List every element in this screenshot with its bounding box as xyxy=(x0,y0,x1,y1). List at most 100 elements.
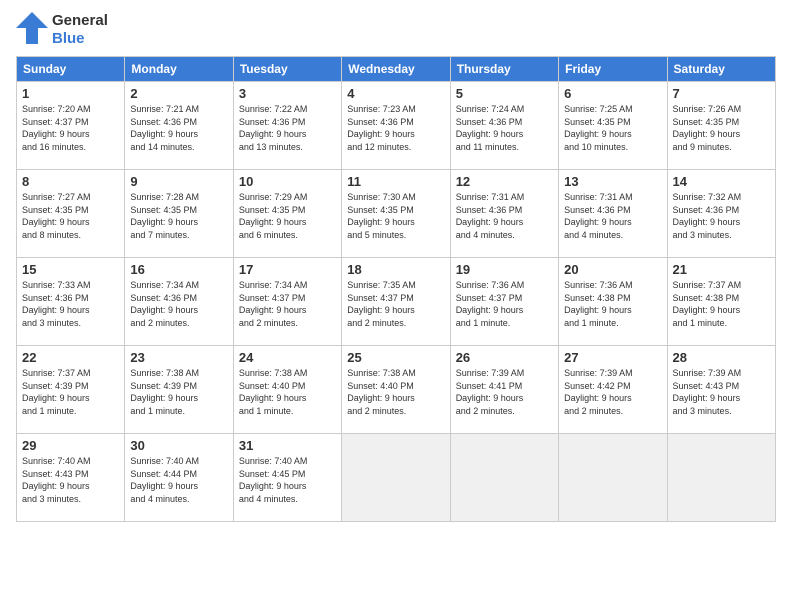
day-info: Sunrise: 7:22 AMSunset: 4:36 PMDaylight:… xyxy=(239,103,336,153)
calendar-cell: 29Sunrise: 7:40 AMSunset: 4:43 PMDayligh… xyxy=(17,434,125,522)
logo-general-line: General xyxy=(52,12,108,30)
calendar-cell: 2 Sunrise: 7:21 AMSunset: 4:36 PMDaylight… xyxy=(125,82,233,170)
calendar-cell: 9 Sunrise: 7:28 AMSunset: 4:35 PMDaylight… xyxy=(125,170,233,258)
day-info: Sunrise: 7:34 AMSunset: 4:36 PMDaylight:… xyxy=(130,279,227,329)
day-info: Sunrise: 7:29 AMSunset: 4:35 PMDaylight:… xyxy=(239,191,336,241)
calendar-week-5: 29Sunrise: 7:40 AMSunset: 4:43 PMDayligh… xyxy=(17,434,776,522)
calendar: Sunday Monday Tuesday Wednesday Thursday… xyxy=(16,56,776,522)
day-info: Sunrise: 7:34 AMSunset: 4:37 PMDaylight:… xyxy=(239,279,336,329)
day-number: 21 xyxy=(673,262,770,277)
day-number: 29 xyxy=(22,438,119,453)
day-number: 17 xyxy=(239,262,336,277)
col-wednesday: Wednesday xyxy=(342,57,450,82)
day-info: Sunrise: 7:38 AMSunset: 4:40 PMDaylight:… xyxy=(347,367,444,417)
day-info: Sunrise: 7:30 AMSunset: 4:35 PMDaylight:… xyxy=(347,191,444,241)
calendar-cell: 30 Sunrise: 7:40 AMSunset: 4:44 PMDayligh… xyxy=(125,434,233,522)
day-info: Sunrise: 7:40 AMSunset: 4:45 PMDaylight:… xyxy=(239,455,336,505)
header: General Blue xyxy=(16,12,776,48)
logo-text-block: General Blue xyxy=(52,12,108,48)
calendar-cell: 26 Sunrise: 7:39 AMSunset: 4:41 PMDayligh… xyxy=(450,346,558,434)
day-number: 16 xyxy=(130,262,227,277)
calendar-cell xyxy=(342,434,450,522)
calendar-cell: 27 Sunrise: 7:39 AMSunset: 4:42 PMDayligh… xyxy=(559,346,667,434)
day-number: 31 xyxy=(239,438,336,453)
day-info: Sunrise: 7:20 AMSunset: 4:37 PMDaylight:… xyxy=(22,103,119,153)
day-number: 14 xyxy=(673,174,770,189)
calendar-cell: 7Sunrise: 7:26 AMSunset: 4:35 PMDaylight… xyxy=(667,82,775,170)
logo: General Blue xyxy=(16,12,108,48)
calendar-cell xyxy=(450,434,558,522)
col-sunday: Sunday xyxy=(17,57,125,82)
calendar-cell: 18 Sunrise: 7:35 AMSunset: 4:37 PMDayligh… xyxy=(342,258,450,346)
calendar-cell xyxy=(559,434,667,522)
calendar-cell: 17 Sunrise: 7:34 AMSunset: 4:37 PMDayligh… xyxy=(233,258,341,346)
day-number: 22 xyxy=(22,350,119,365)
day-info: Sunrise: 7:39 AMSunset: 4:41 PMDaylight:… xyxy=(456,367,553,417)
calendar-cell: 24 Sunrise: 7:38 AMSunset: 4:40 PMDayligh… xyxy=(233,346,341,434)
day-number: 30 xyxy=(130,438,227,453)
calendar-cell: 21Sunrise: 7:37 AMSunset: 4:38 PMDayligh… xyxy=(667,258,775,346)
calendar-cell: 12Sunrise: 7:31 AMSunset: 4:36 PMDayligh… xyxy=(450,170,558,258)
day-info: Sunrise: 7:37 AMSunset: 4:39 PMDaylight:… xyxy=(22,367,119,417)
day-number: 24 xyxy=(239,350,336,365)
day-info: Sunrise: 7:35 AMSunset: 4:37 PMDaylight:… xyxy=(347,279,444,329)
day-number: 2 xyxy=(130,86,227,101)
day-number: 10 xyxy=(239,174,336,189)
col-saturday: Saturday xyxy=(667,57,775,82)
calendar-cell: 10 Sunrise: 7:29 AMSunset: 4:35 PMDayligh… xyxy=(233,170,341,258)
calendar-cell: 13Sunrise: 7:31 AMSunset: 4:36 PMDayligh… xyxy=(559,170,667,258)
logo-blue-line: Blue xyxy=(52,30,108,48)
day-number: 25 xyxy=(347,350,444,365)
day-number: 27 xyxy=(564,350,661,365)
day-info: Sunrise: 7:39 AMSunset: 4:42 PMDaylight:… xyxy=(564,367,661,417)
day-number: 1 xyxy=(22,86,119,101)
day-number: 5 xyxy=(456,86,553,101)
day-info: Sunrise: 7:40 AMSunset: 4:44 PMDaylight:… xyxy=(130,455,227,505)
day-info: Sunrise: 7:38 AMSunset: 4:40 PMDaylight:… xyxy=(239,367,336,417)
day-number: 18 xyxy=(347,262,444,277)
day-number: 28 xyxy=(673,350,770,365)
page: General Blue Sunday Monday Tuesday Wedne… xyxy=(0,0,792,612)
day-number: 4 xyxy=(347,86,444,101)
day-info: Sunrise: 7:28 AMSunset: 4:35 PMDaylight:… xyxy=(130,191,227,241)
calendar-week-4: 22 Sunrise: 7:37 AMSunset: 4:39 PMDayligh… xyxy=(17,346,776,434)
calendar-week-2: 8Sunrise: 7:27 AMSunset: 4:35 PMDaylight… xyxy=(17,170,776,258)
day-info: Sunrise: 7:36 AMSunset: 4:37 PMDaylight:… xyxy=(456,279,553,329)
day-info: Sunrise: 7:25 AMSunset: 4:35 PMDaylight:… xyxy=(564,103,661,153)
day-info: Sunrise: 7:38 AMSunset: 4:39 PMDaylight:… xyxy=(130,367,227,417)
calendar-cell: 22 Sunrise: 7:37 AMSunset: 4:39 PMDayligh… xyxy=(17,346,125,434)
day-number: 9 xyxy=(130,174,227,189)
day-info: Sunrise: 7:24 AMSunset: 4:36 PMDaylight:… xyxy=(456,103,553,153)
day-number: 15 xyxy=(22,262,119,277)
day-number: 8 xyxy=(22,174,119,189)
logo-general-text: General xyxy=(52,12,108,29)
calendar-cell: 4 Sunrise: 7:23 AMSunset: 4:36 PMDaylight… xyxy=(342,82,450,170)
day-info: Sunrise: 7:23 AMSunset: 4:36 PMDaylight:… xyxy=(347,103,444,153)
calendar-cell: 8Sunrise: 7:27 AMSunset: 4:35 PMDaylight… xyxy=(17,170,125,258)
col-thursday: Thursday xyxy=(450,57,558,82)
calendar-cell: 3 Sunrise: 7:22 AMSunset: 4:36 PMDaylight… xyxy=(233,82,341,170)
day-info: Sunrise: 7:33 AMSunset: 4:36 PMDaylight:… xyxy=(22,279,119,329)
calendar-cell: 15 Sunrise: 7:33 AMSunset: 4:36 PMDayligh… xyxy=(17,258,125,346)
calendar-cell: 14 Sunrise: 7:32 AMSunset: 4:36 PMDayligh… xyxy=(667,170,775,258)
day-number: 6 xyxy=(564,86,661,101)
day-info: Sunrise: 7:26 AMSunset: 4:35 PMDaylight:… xyxy=(673,103,770,153)
day-info: Sunrise: 7:32 AMSunset: 4:36 PMDaylight:… xyxy=(673,191,770,241)
day-number: 20 xyxy=(564,262,661,277)
calendar-header-row: Sunday Monday Tuesday Wednesday Thursday… xyxy=(17,57,776,82)
logo-blue-text: Blue xyxy=(52,30,85,47)
day-info: Sunrise: 7:31 AMSunset: 4:36 PMDaylight:… xyxy=(564,191,661,241)
calendar-cell xyxy=(667,434,775,522)
day-number: 23 xyxy=(130,350,227,365)
day-number: 3 xyxy=(239,86,336,101)
day-info: Sunrise: 7:21 AMSunset: 4:36 PMDaylight:… xyxy=(130,103,227,153)
day-info: Sunrise: 7:36 AMSunset: 4:38 PMDaylight:… xyxy=(564,279,661,329)
day-info: Sunrise: 7:39 AMSunset: 4:43 PMDaylight:… xyxy=(673,367,770,417)
calendar-cell: 11Sunrise: 7:30 AMSunset: 4:35 PMDayligh… xyxy=(342,170,450,258)
calendar-cell: 5 Sunrise: 7:24 AMSunset: 4:36 PMDaylight… xyxy=(450,82,558,170)
calendar-cell: 23 Sunrise: 7:38 AMSunset: 4:39 PMDayligh… xyxy=(125,346,233,434)
calendar-cell: 20 Sunrise: 7:36 AMSunset: 4:38 PMDayligh… xyxy=(559,258,667,346)
day-number: 26 xyxy=(456,350,553,365)
col-tuesday: Tuesday xyxy=(233,57,341,82)
calendar-cell: 31 Sunrise: 7:40 AMSunset: 4:45 PMDayligh… xyxy=(233,434,341,522)
